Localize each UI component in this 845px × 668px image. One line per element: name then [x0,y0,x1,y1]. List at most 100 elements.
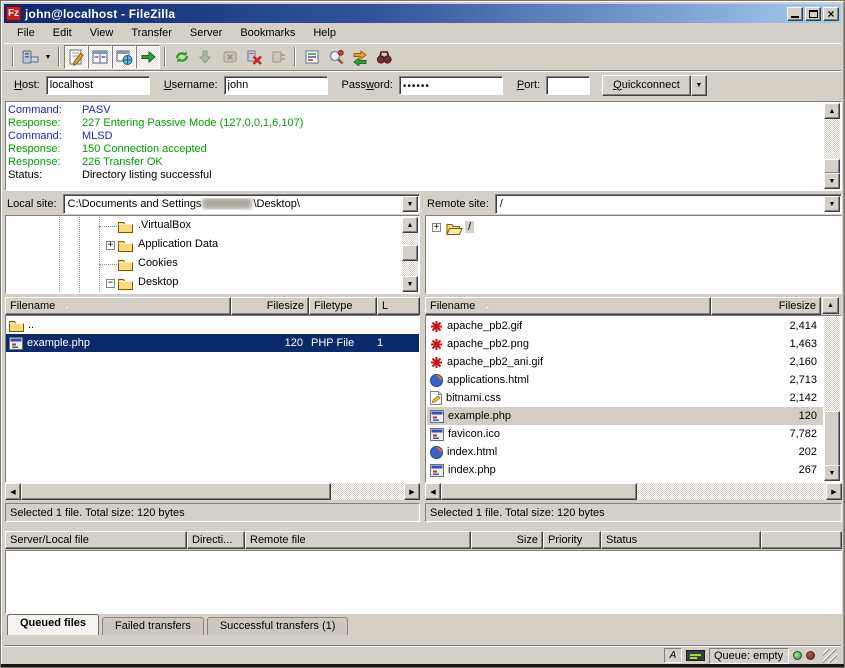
scroll-down-button[interactable]: ▼ [824,465,840,481]
title-bar[interactable]: Fz john@localhost - FileZilla × [4,4,841,23]
local-tree-scrollbar[interactable]: ▲ ▼ [402,217,418,292]
tree-item-cookies[interactable]: Cookies [6,255,402,274]
file-row[interactable]: index.php 267 [427,461,823,479]
refresh-button[interactable] [170,45,194,69]
scroll-down-button[interactable]: ▼ [824,173,840,189]
file-row[interactable]: index.html 202 [427,443,823,461]
minimize-button[interactable] [787,7,803,21]
column-header-filename[interactable]: Filename▲ [5,297,231,315]
cancel-operation-button[interactable] [218,45,242,69]
scroll-right-button[interactable]: ▶ [404,483,420,500]
column-header-filesize[interactable]: Filesize [231,297,309,315]
menu-file[interactable]: File [8,25,44,41]
menu-bookmarks[interactable]: Bookmarks [231,25,304,41]
closed-folder-icon [118,220,133,233]
collapse-minus-icon[interactable]: − [106,279,115,288]
queue-list[interactable] [5,550,842,614]
scroll-thumb[interactable] [21,483,331,500]
remote-hscrollbar[interactable]: ◀ ▶ [425,483,842,500]
scroll-thumb[interactable] [824,159,840,174]
remote-site-combobox[interactable]: / ▼ [495,194,842,214]
file-row[interactable]: apache_pb2_ani.gif 2,160 [427,353,823,371]
file-row-example-php[interactable]: example.php 120 PHP File 1 [6,334,419,352]
tree-item-virtualbox[interactable]: .VirtualBox [6,217,402,236]
scroll-left-button[interactable]: ◀ [425,483,441,500]
local-site-combobox[interactable]: C:\Documents and Settings\Desktop\ ▼ [63,194,420,214]
scroll-thumb[interactable] [824,411,840,467]
synchronized-browsing-button[interactable] [348,45,372,69]
column-header-server-local-file[interactable]: Server/Local file [5,531,187,549]
close-button[interactable]: × [823,7,839,21]
menu-edit[interactable]: Edit [44,25,81,41]
remote-list-scrollbar[interactable]: ▼ [824,317,840,481]
site-manager-button[interactable] [18,45,42,69]
directory-filters-button[interactable] [300,45,324,69]
file-row[interactable]: apache_pb2.png 1,463 [427,335,823,353]
quickconnect-bar: Host: Username: Password: •••••• Port: Q… [4,70,841,99]
expand-plus-icon[interactable]: + [432,223,441,232]
tree-item-application-data[interactable]: + Application Data [6,236,402,255]
column-header-filename[interactable]: Filename▲ [425,297,711,315]
scroll-up-button[interactable]: ▲ [824,103,840,119]
tree-connector [99,264,117,265]
tree-item-root[interactable]: + / [426,219,841,238]
scroll-left-button[interactable]: ◀ [5,483,21,500]
file-row[interactable]: bitnami.css 2,142 [427,389,823,407]
tab-failed-transfers[interactable]: Failed transfers [102,617,204,635]
site-manager-dropdown[interactable]: ▼ [42,45,54,69]
menu-server[interactable]: Server [181,25,231,41]
scroll-up-button[interactable]: ▲ [402,217,418,233]
local-site-combo-dropdown[interactable]: ▼ [402,196,418,212]
column-header-size[interactable]: Size [471,531,543,549]
file-row-parent-dir[interactable]: .. [6,316,419,334]
scroll-down-button[interactable]: ▼ [402,276,418,292]
scroll-track[interactable] [331,483,404,500]
maximize-button[interactable] [805,7,821,21]
remote-site-combo-dropdown[interactable]: ▼ [824,196,840,212]
process-queue-icon [197,48,215,66]
column-header-direction[interactable]: Directi... [187,531,245,549]
tab-successful-transfers[interactable]: Successful transfers (1) [207,617,349,635]
username-input[interactable] [224,76,328,95]
speed-limits-icon[interactable] [686,650,705,661]
file-row[interactable]: applications.html 2,713 [427,371,823,389]
local-hscrollbar[interactable]: ◀ ▶ [5,483,420,500]
quickconnect-dropdown[interactable]: ▼ [691,75,707,96]
toggle-remote-tree-button[interactable] [112,45,136,69]
port-input[interactable] [546,76,590,95]
scroll-up-button[interactable]: ▲ [822,297,839,314]
file-row-selected[interactable]: example.php 120 [427,407,823,425]
filezilla-app-icon[interactable]: Fz [6,6,21,21]
quickconnect-button[interactable]: Quickconnect [602,75,691,96]
toggle-local-tree-button[interactable] [88,45,112,69]
reconnect-button[interactable] [266,45,290,69]
toggle-message-log-button[interactable] [64,45,88,69]
column-header-priority[interactable]: Priority [543,531,601,549]
column-header-filetype[interactable]: Filetype [309,297,377,315]
column-header-lastmodified[interactable]: L [377,297,420,315]
password-input[interactable]: •••••• [399,76,503,95]
tab-queued-files[interactable]: Queued files [7,614,99,635]
directory-comparison-button[interactable] [324,45,348,69]
tree-item-desktop[interactable]: − Desktop [6,274,402,293]
scroll-thumb[interactable] [441,483,637,500]
log-scrollbar[interactable]: ▲ ▼ [824,103,840,189]
expand-plus-icon[interactable]: + [106,241,115,250]
resize-grip[interactable] [823,649,837,663]
column-header-remote-file[interactable]: Remote file [245,531,471,549]
scroll-right-button[interactable]: ▶ [826,483,842,500]
find-files-button[interactable] [372,45,396,69]
file-row[interactable]: favicon.ico 7,782 [427,425,823,443]
disconnect-button[interactable] [242,45,266,69]
file-row[interactable]: apache_pb2.gif 2,414 [427,317,823,335]
toggle-transfer-queue-button[interactable] [136,45,160,69]
column-header-status[interactable]: Status [601,531,761,549]
scroll-track[interactable] [637,483,826,500]
menu-view[interactable]: View [81,25,123,41]
host-input[interactable] [46,76,150,95]
scroll-thumb[interactable] [402,245,418,261]
menu-transfer[interactable]: Transfer [122,25,181,41]
process-queue-button[interactable] [194,45,218,69]
column-header-filesize[interactable]: Filesize [711,297,821,315]
menu-help[interactable]: Help [304,25,345,41]
